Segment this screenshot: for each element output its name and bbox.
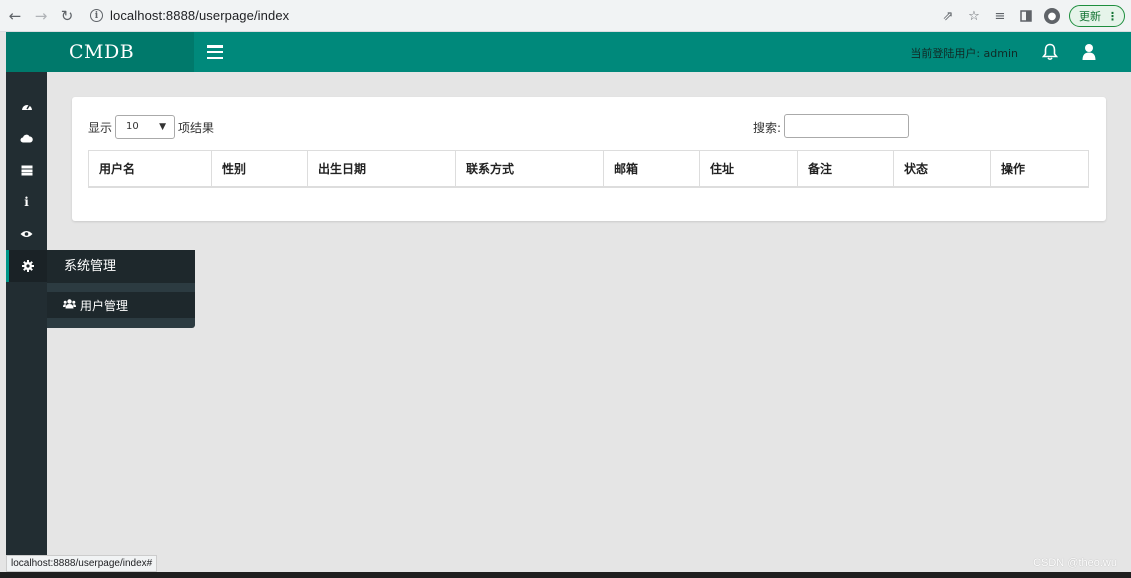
status-url: localhost:8888/userpage/index#: [6, 555, 158, 572]
more-menu-icon[interactable]: ⋮: [1107, 10, 1118, 23]
bell-icon[interactable]: [1042, 43, 1058, 61]
reload-icon[interactable]: ↻: [56, 5, 78, 27]
menu-item-user-management[interactable]: 用户管理: [47, 292, 195, 318]
column-header-status[interactable]: 状态: [894, 151, 991, 186]
bookmark-star-icon[interactable]: ☆: [961, 4, 987, 28]
column-header-address[interactable]: 住址: [700, 151, 798, 186]
column-header-actions[interactable]: 操作: [991, 151, 1088, 186]
search-label: 搜索:: [753, 121, 782, 135]
chevron-down-icon: ▼: [159, 122, 166, 132]
cloud-icon[interactable]: [6, 122, 47, 154]
gear-icon[interactable]: [6, 250, 47, 282]
column-header-remarks[interactable]: 备注: [798, 151, 894, 186]
app-header: CMDB 当前登陆用户: admin: [6, 32, 1131, 72]
update-button[interactable]: 更新 ⋮: [1069, 5, 1125, 27]
content-card: 显示 10 ▼ 项结果 搜索: 用户名 性别 出生日期 联系方式 邮箱 住址 备…: [72, 97, 1106, 221]
page-length-value: 10: [126, 121, 139, 132]
watermark: CSDN @theo.wu: [1033, 557, 1117, 569]
address-bar[interactable]: i localhost:8888/userpage/index: [84, 3, 904, 28]
profile-icon[interactable]: ●: [1039, 4, 1065, 28]
users-table-header: 用户名 性别 出生日期 联系方式 邮箱 住址 备注 状态 操作: [88, 150, 1089, 188]
user-icon[interactable]: [1082, 43, 1096, 61]
menu-toggle-icon[interactable]: [207, 45, 223, 59]
url-text: localhost:8888/userpage/index: [110, 8, 290, 23]
page-length-select[interactable]: 10 ▼: [115, 115, 175, 139]
eye-icon[interactable]: [6, 218, 47, 250]
flyout-title[interactable]: 系统管理: [47, 250, 195, 283]
menu-item-label: 用户管理: [80, 298, 129, 313]
search-input[interactable]: [784, 114, 909, 138]
column-header-birth-date[interactable]: 出生日期: [308, 151, 456, 186]
show-label: 显示: [88, 121, 113, 135]
column-header-username[interactable]: 用户名: [89, 151, 212, 186]
side-panel-icon[interactable]: [1013, 4, 1039, 28]
site-info-icon[interactable]: i: [90, 9, 103, 22]
dashboard-icon[interactable]: [6, 90, 47, 122]
server-icon[interactable]: [6, 154, 47, 186]
browser-toolbar: ← → ↻ i localhost:8888/userpage/index ⇗ …: [0, 0, 1131, 32]
back-icon[interactable]: ←: [4, 5, 26, 27]
logo[interactable]: CMDB: [69, 41, 134, 63]
taskbar-strip: [0, 572, 1131, 578]
column-header-email[interactable]: 邮箱: [604, 151, 700, 186]
info-icon[interactable]: i: [6, 186, 47, 218]
reading-list-icon[interactable]: ≡: [987, 4, 1013, 28]
column-header-contact[interactable]: 联系方式: [456, 151, 604, 186]
current-user-label: 当前登陆用户: admin: [910, 47, 1018, 60]
update-label: 更新: [1079, 10, 1101, 23]
logo-area[interactable]: CMDB: [6, 32, 194, 72]
column-header-gender[interactable]: 性别: [212, 151, 308, 186]
share-icon[interactable]: ⇗: [935, 4, 961, 28]
system-management-flyout: 系统管理 用户管理: [47, 250, 195, 328]
sidebar: i: [6, 72, 47, 578]
forward-icon[interactable]: →: [30, 5, 52, 27]
entries-label: 项结果: [178, 121, 215, 135]
users-icon: [63, 298, 76, 312]
